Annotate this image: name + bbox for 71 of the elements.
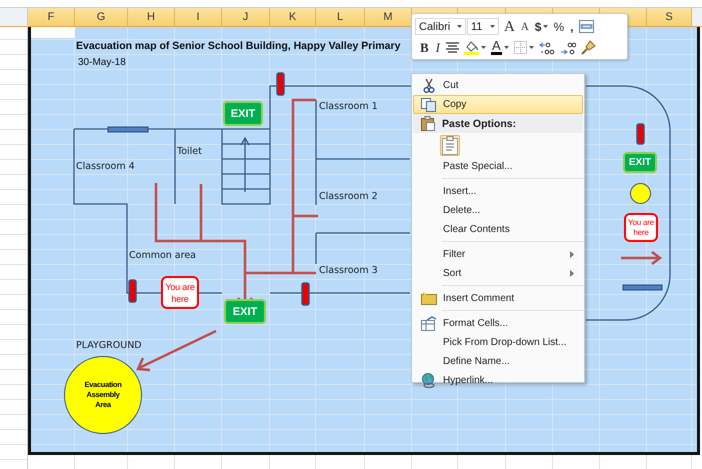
menu-item[interactable]: Pick From Drop-down List... — [413, 333, 583, 352]
decrease-decimal-icon[interactable] — [560, 40, 576, 54]
room-label: PLAYGROUND — [76, 340, 142, 351]
copy-icon — [421, 98, 436, 112]
scissors-icon — [422, 78, 434, 93]
menu-item[interactable]: Delete... — [413, 201, 583, 220]
column-header[interactable]: K — [270, 8, 316, 26]
bold-button[interactable]: B — [419, 40, 430, 54]
clipboard-icon — [442, 136, 458, 154]
menu-item[interactable]: Insert Comment — [413, 289, 583, 308]
currency-button[interactable]: $ — [534, 20, 542, 34]
exit-sign: EXIT — [223, 101, 263, 126]
active-cell[interactable] — [31, 27, 75, 38]
menu-item[interactable]: Insert... — [413, 182, 583, 201]
caret-icon[interactable] — [528, 46, 534, 49]
room-label: Classroom 4 — [76, 161, 135, 172]
column-header[interactable]: J — [222, 8, 270, 26]
you-are-here-marker: You are here — [624, 213, 658, 242]
arrow — [620, 250, 662, 266]
paste-button[interactable] — [440, 134, 460, 156]
menu-item[interactable]: Copy — [413, 95, 583, 114]
room-label: Common area — [129, 250, 196, 261]
column-header[interactable]: S — [647, 8, 692, 26]
percent-button[interactable]: % — [552, 20, 566, 34]
format-cells-icon — [420, 316, 436, 331]
font-color-button[interactable]: A — [491, 40, 502, 55]
menu-item[interactable]: Paste Special... — [413, 157, 583, 176]
menu-item[interactable]: Filter — [413, 245, 583, 264]
grow-font-button[interactable]: A — [503, 20, 516, 34]
column-header[interactable]: F — [28, 8, 75, 26]
caret-icon[interactable] — [504, 46, 509, 49]
menu-item[interactable]: Cut — [413, 76, 583, 95]
room-label: Classroom 3 — [319, 265, 378, 276]
menu-item[interactable]: Clear Contents — [413, 220, 583, 239]
font-name: Calibri — [419, 20, 450, 32]
exit-sign: EXIT — [224, 299, 266, 324]
font-size-dropdown[interactable]: 11 — [467, 18, 499, 35]
menu-item[interactable]: Define Name... — [413, 352, 583, 371]
align-center-icon[interactable] — [446, 42, 460, 53]
column-header[interactable]: I — [175, 8, 222, 26]
menu-section-header: Paste Options: — [413, 114, 583, 133]
merge-center-icon[interactable] — [578, 20, 594, 33]
menu-item[interactable]: Format Cells... — [413, 314, 583, 333]
map-title: Evacuation map of Senior School Building, Happy Valley Primary — [76, 40, 400, 52]
exit-sign: EXIT — [623, 152, 657, 173]
room-label: Classroom 1 — [319, 101, 378, 112]
clipboard-icon — [420, 116, 434, 131]
you-are-here-marker: You are here — [161, 276, 199, 309]
column-header[interactable]: G — [75, 8, 128, 26]
menu-item[interactable]: Hyperlink... — [413, 371, 583, 390]
shrink-font-button[interactable]: A — [520, 20, 530, 34]
room-label: Toilet — [177, 146, 202, 157]
menu-item[interactable]: Sort — [413, 264, 583, 283]
comma-button[interactable]: , — [569, 20, 574, 34]
submenu-arrow-icon — [570, 251, 574, 258]
format-painter-icon[interactable] — [580, 40, 596, 55]
font-dropdown[interactable]: Calibri — [415, 18, 466, 35]
submenu-arrow-icon — [570, 270, 574, 277]
column-header[interactable]: H — [128, 8, 175, 26]
note-icon — [420, 292, 436, 305]
italic-button[interactable]: I — [434, 40, 442, 54]
map-date: 30-May-18 — [78, 57, 126, 68]
room-label: Classroom 2 — [319, 191, 378, 202]
header-bar — [692, 8, 702, 26]
column-header[interactable]: L — [316, 8, 365, 26]
fill-color-icon[interactable] — [464, 40, 480, 55]
font-size: 11 — [471, 20, 482, 32]
hyperlink-icon — [421, 373, 436, 388]
column-header[interactable]: M — [365, 8, 412, 26]
increase-decimal-icon[interactable] — [538, 40, 555, 54]
caret-icon[interactable] — [481, 46, 486, 49]
